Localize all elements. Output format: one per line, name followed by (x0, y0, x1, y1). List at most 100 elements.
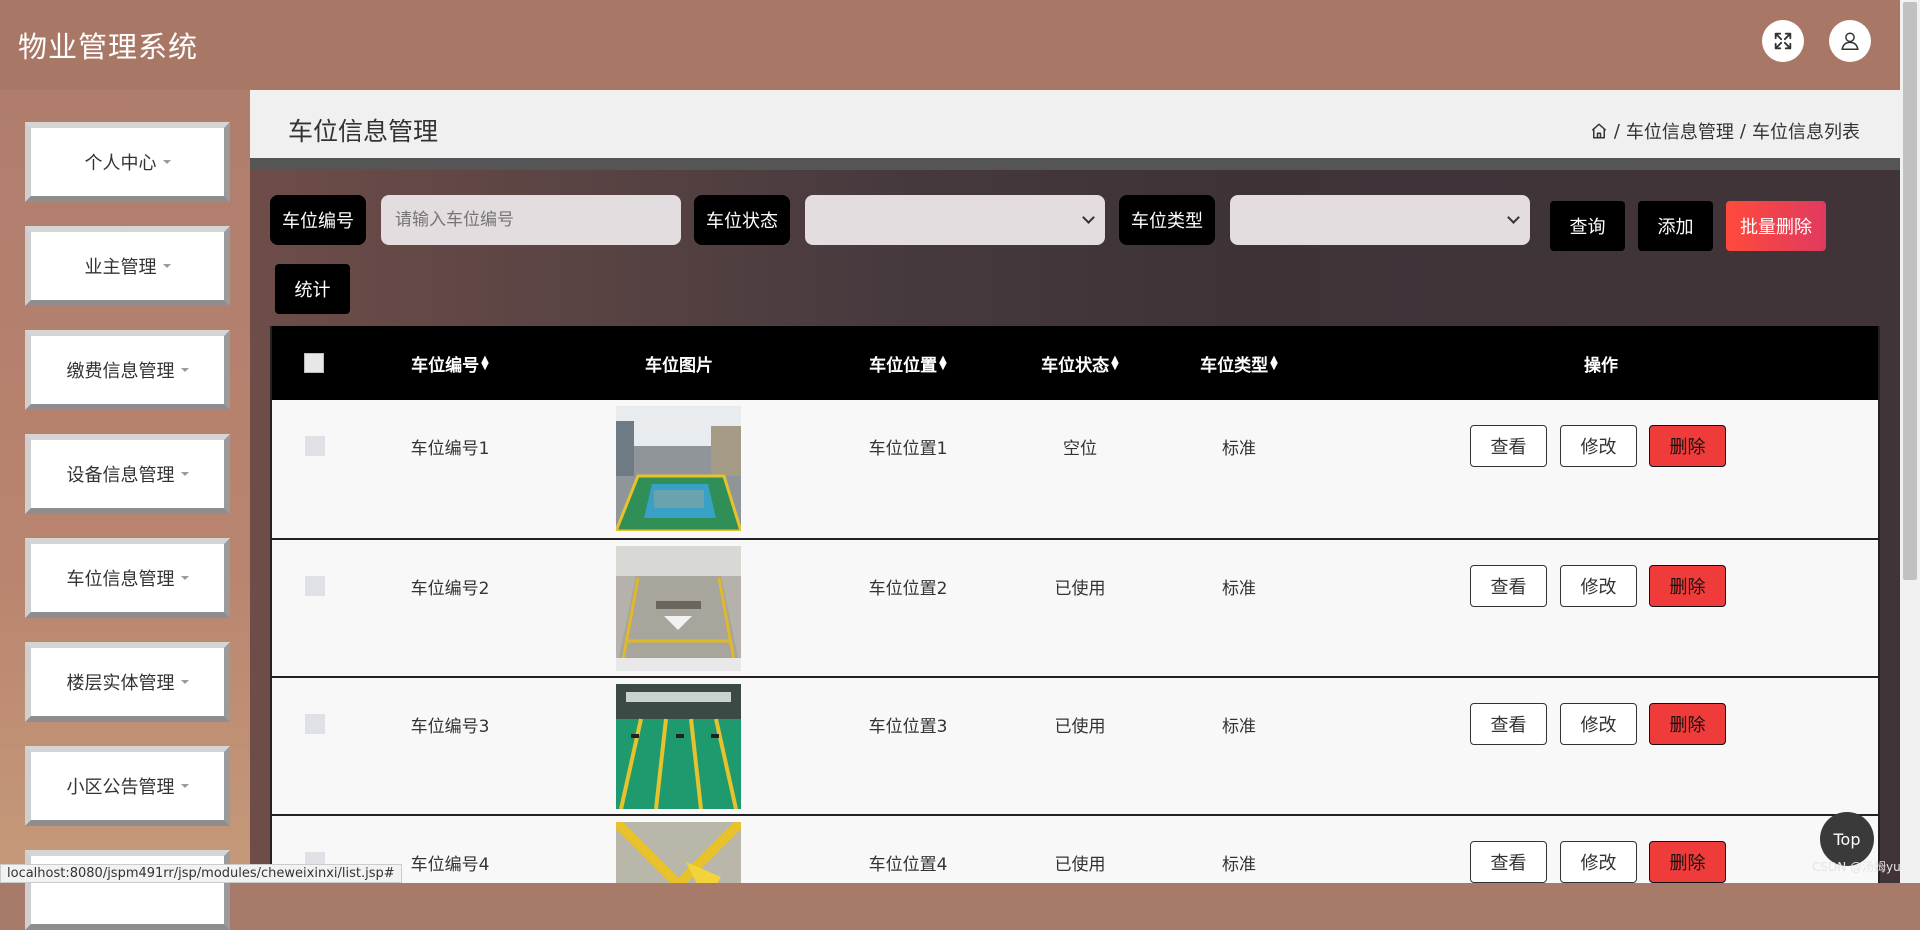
caret-down-icon (162, 264, 171, 268)
sidebar-item-parking-management[interactable]: 车位信息管理 (25, 538, 230, 618)
sidebar-item-label: 设备信息管理 (66, 465, 175, 486)
browser-status-url: localhost:8080/jspm491rr/jsp/modules/che… (0, 864, 402, 883)
status-select[interactable] (805, 195, 1105, 245)
batch-delete-button[interactable]: 批量删除 (1726, 201, 1826, 251)
column-header-label: 车位类型 (1200, 355, 1269, 376)
cell-status: 空位 (1063, 439, 1097, 459)
watermark: CSDN @汤姆yu (1812, 860, 1901, 874)
code-search-input[interactable] (381, 195, 681, 245)
view-button[interactable]: 查看 (1470, 703, 1547, 745)
top-header: 物业管理系统 (0, 0, 1900, 90)
delete-button[interactable]: 删除 (1649, 841, 1726, 883)
column-header-label: 车位位置 (869, 355, 938, 376)
chevron-down-icon (1082, 211, 1095, 224)
column-header-actions: 操作 (1584, 355, 1618, 376)
cell-type: 标准 (1222, 439, 1256, 459)
add-button[interactable]: 添加 (1638, 201, 1713, 251)
edit-button[interactable]: 修改 (1560, 425, 1637, 467)
caret-down-icon (180, 784, 189, 788)
edit-button[interactable]: 修改 (1560, 565, 1637, 607)
column-header-code[interactable]: 车位编号 ▲ ▼ (411, 326, 489, 400)
app-title: 物业管理系统 (18, 30, 199, 64)
parking-space-image[interactable] (616, 822, 741, 883)
cell-code: 车位编号3 (410, 717, 490, 737)
titlebar-divider (250, 158, 1900, 170)
sidebar-item-label: 楼层实体管理 (66, 673, 175, 694)
user-button[interactable] (1829, 20, 1871, 62)
column-header-label: 车位状态 (1041, 355, 1110, 376)
column-header-type[interactable]: 车位类型 ▲ ▼ (1200, 326, 1278, 400)
row-checkbox[interactable] (305, 576, 325, 596)
breadcrumb-item: 车位信息列表 (1752, 122, 1860, 143)
main-content: 车位信息管理 / 车位信息管理 / 车位信息列表 车位编号 车位状态 车位类型 … (250, 90, 1900, 883)
column-header-location[interactable]: 车位位置 ▲ ▼ (869, 326, 947, 400)
chevron-down-icon (1507, 211, 1520, 224)
cell-location: 车位位置2 (868, 579, 948, 599)
user-icon (1841, 32, 1859, 50)
home-icon[interactable] (1590, 122, 1608, 140)
caret-down-icon (180, 472, 189, 476)
sort-icon: ▲ ▼ (1270, 354, 1278, 372)
type-select[interactable] (1230, 195, 1530, 245)
sort-icon: ▲ ▼ (939, 354, 947, 372)
type-label: 车位类型 (1119, 195, 1215, 245)
cell-type: 标准 (1222, 855, 1256, 875)
breadcrumb-item[interactable]: 车位信息管理 (1626, 118, 1734, 144)
sidebar-item-equipment-management[interactable]: 设备信息管理 (25, 434, 230, 514)
cell-status: 已使用 (1054, 579, 1106, 599)
breadcrumb: / 车位信息管理 / 车位信息列表 (1590, 118, 1860, 144)
sidebar-item-label: 车位信息管理 (66, 569, 175, 590)
view-button[interactable]: 查看 (1470, 841, 1547, 883)
view-button[interactable]: 查看 (1470, 565, 1547, 607)
row-checkbox[interactable] (305, 714, 325, 734)
sidebar-item-label: 小区公告管理 (66, 777, 175, 798)
cell-type: 标准 (1222, 579, 1256, 599)
sidebar-item-owner-management[interactable]: 业主管理 (25, 226, 230, 306)
column-header-status[interactable]: 车位状态 ▲ ▼ (1041, 326, 1119, 400)
sidebar-item-label: 缴费信息管理 (66, 361, 175, 382)
cell-location: 车位位置4 (868, 855, 948, 875)
page-scrollbar-thumb[interactable] (1903, 2, 1917, 580)
edit-button[interactable]: 修改 (1560, 841, 1637, 883)
caret-down-icon (180, 576, 189, 580)
page-title: 车位信息管理 (288, 117, 439, 146)
sidebar-item-personal-center[interactable]: 个人中心 (25, 122, 230, 202)
caret-down-icon (162, 160, 171, 164)
delete-button[interactable]: 删除 (1649, 703, 1726, 745)
parking-space-image[interactable] (616, 684, 741, 809)
cell-location: 车位位置3 (868, 717, 948, 737)
cell-code: 车位编号4 (410, 855, 490, 875)
status-label: 车位状态 (694, 195, 790, 245)
table-row: 车位编号2 车位位置2 已使用 标准 查看 修改 删除 (272, 538, 1878, 676)
select-all-checkbox[interactable] (304, 353, 324, 373)
column-header-image: 车位图片 (645, 355, 713, 376)
cell-code: 车位编号1 (410, 439, 490, 459)
cell-status: 已使用 (1054, 855, 1106, 875)
table-row: 车位编号1 车位位置1 空位 标准 查看 修改 删除 (272, 400, 1878, 538)
row-checkbox[interactable] (305, 436, 325, 456)
fullscreen-button[interactable] (1762, 20, 1804, 62)
caret-down-icon (180, 680, 189, 684)
delete-button[interactable]: 删除 (1649, 565, 1726, 607)
query-button[interactable]: 查询 (1550, 201, 1625, 251)
cell-status: 已使用 (1054, 717, 1106, 737)
breadcrumb-separator: / (1613, 120, 1620, 142)
parking-space-image[interactable] (616, 546, 741, 671)
sidebar-item-payment-management[interactable]: 缴费信息管理 (25, 330, 230, 410)
sidebar-item-label: 业主管理 (84, 257, 157, 278)
sort-icon: ▲ ▼ (1111, 354, 1119, 372)
cell-code: 车位编号2 (410, 579, 490, 599)
sidebar-item-more[interactable] (25, 850, 230, 930)
parking-space-image[interactable] (616, 406, 741, 531)
delete-button[interactable]: 删除 (1649, 425, 1726, 467)
parking-table: 车位编号 ▲ ▼ 车位图片 车位位置 ▲ ▼ 车位状态 ▲ ▼ 车位类型 ▲ ▼ 操作 … (270, 326, 1880, 883)
breadcrumb-separator: / (1739, 120, 1746, 142)
sidebar-item-notice-management[interactable]: 小区公告管理 (25, 746, 230, 826)
caret-down-icon (180, 368, 189, 372)
stats-button[interactable]: 统计 (275, 264, 350, 314)
sidebar-item-floor-management[interactable]: 楼层实体管理 (25, 642, 230, 722)
view-button[interactable]: 查看 (1470, 425, 1547, 467)
edit-button[interactable]: 修改 (1560, 703, 1637, 745)
page-titlebar: 车位信息管理 / 车位信息管理 / 车位信息列表 (250, 90, 1900, 158)
table-row: 车位编号3 车位位置3 已使用 标准 查看 修改 删除 (272, 676, 1878, 814)
